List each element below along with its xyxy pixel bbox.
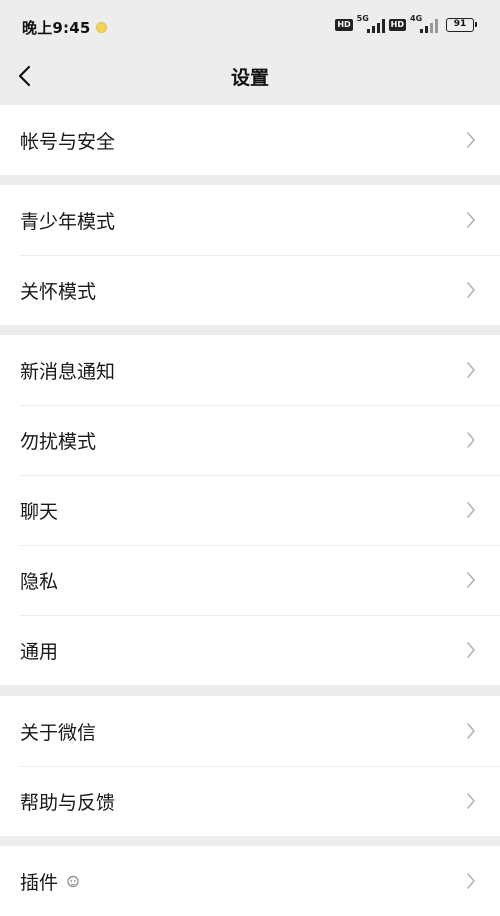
settings-group-general: 新消息通知 勿扰模式 聊天 隐私 通用 (0, 335, 500, 685)
row-plugins[interactable]: 插件 (0, 846, 500, 916)
hd-badge-2: HD (388, 19, 406, 31)
plugin-badge-icon (67, 875, 79, 888)
chevron-right-icon (467, 723, 475, 739)
settings-group-about: 关于微信 帮助与反馈 (0, 696, 500, 836)
signal-5g: 5G (357, 14, 385, 33)
chevron-right-icon (467, 432, 475, 448)
notification-dot-icon (96, 22, 107, 33)
row-label: 勿扰模式 (20, 430, 97, 453)
settings-group-account: 帐号与安全 (0, 105, 500, 175)
row-about-wechat[interactable]: 关于微信 (0, 696, 500, 766)
row-label: 帮助与反馈 (20, 791, 116, 814)
status-time: 晚上9:45 (22, 19, 91, 37)
battery-icon: 91 (446, 18, 477, 32)
chevron-right-icon (467, 362, 475, 378)
row-label: 青少年模式 (20, 210, 116, 233)
signal-icon (366, 19, 385, 33)
row-label: 新消息通知 (20, 360, 116, 383)
row-help-feedback[interactable]: 帮助与反馈 (0, 766, 500, 836)
chevron-right-icon (467, 572, 475, 588)
chevron-right-icon (467, 212, 475, 228)
nav-bar: 设置 (0, 52, 500, 104)
row-new-message-notifications[interactable]: 新消息通知 (0, 335, 500, 405)
row-general[interactable]: 通用 (0, 615, 500, 685)
chevron-right-icon (467, 282, 475, 298)
row-account-security[interactable]: 帐号与安全 (0, 105, 500, 175)
row-chat[interactable]: 聊天 (0, 475, 500, 545)
row-label: 隐私 (20, 570, 59, 593)
row-label: 通用 (20, 640, 59, 663)
row-label: 聊天 (20, 500, 59, 523)
chevron-right-icon (467, 502, 475, 518)
hd-badge-1: HD (335, 19, 353, 31)
settings-group-plugins: 插件 (0, 846, 500, 916)
row-care-mode[interactable]: 关怀模式 (0, 255, 500, 325)
chevron-right-icon (467, 132, 475, 148)
signal-4g: 4G (410, 14, 438, 33)
row-privacy[interactable]: 隐私 (0, 545, 500, 615)
row-label-wrap: 插件 (20, 868, 80, 895)
status-bar: 晚上9:45 HD 5G HD 4G 91 (0, 0, 500, 52)
settings-group-modes: 青少年模式 关怀模式 (0, 185, 500, 325)
row-label: 关怀模式 (20, 280, 97, 303)
row-label: 插件 (20, 871, 59, 894)
signal-icon (420, 19, 438, 33)
chevron-right-icon (467, 642, 475, 658)
chevron-right-icon (467, 793, 475, 809)
row-label: 帐号与安全 (20, 130, 116, 153)
row-label: 关于微信 (20, 721, 97, 744)
row-do-not-disturb[interactable]: 勿扰模式 (0, 405, 500, 475)
chevron-right-icon (467, 873, 475, 889)
page-title: 设置 (230, 67, 269, 89)
row-youth-mode[interactable]: 青少年模式 (0, 185, 500, 255)
status-indicators: HD 5G HD 4G 91 (335, 14, 477, 33)
